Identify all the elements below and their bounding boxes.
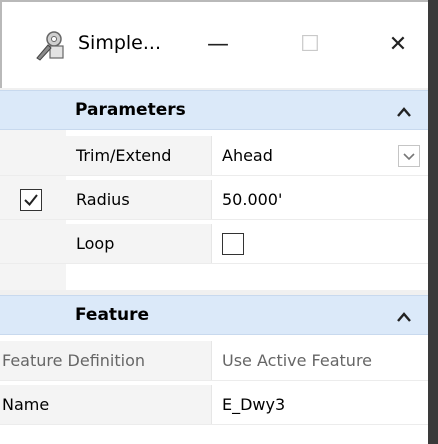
loop-checkbox[interactable] xyxy=(222,233,244,255)
feature-definition-row: Feature Definition Use Active Feature xyxy=(0,341,428,381)
chevron-down-icon[interactable] xyxy=(398,145,420,167)
trim-extend-label: Trim/Extend xyxy=(76,146,172,165)
feature-definition-label: Feature Definition xyxy=(2,351,146,370)
trim-extend-dropdown[interactable]: Ahead xyxy=(222,146,273,165)
parameters-panel: Trim/Extend Ahead Radius 50.000' Loop xyxy=(0,130,428,290)
radius-row: Radius 50.000' xyxy=(0,180,428,220)
maximize-button[interactable]: ☐ xyxy=(290,22,330,66)
name-label: Name xyxy=(2,395,50,414)
tool-settings-icon xyxy=(34,28,68,62)
window-title: Simple... xyxy=(78,32,161,54)
radius-input[interactable]: 50.000' xyxy=(222,190,282,209)
parameters-header-label: Parameters xyxy=(75,100,186,120)
feature-panel: Feature Definition Use Active Feature Na… xyxy=(0,335,428,444)
feature-header-label: Feature xyxy=(75,305,150,325)
radius-label: Radius xyxy=(76,190,130,209)
collapse-chevron-icon[interactable] xyxy=(396,103,412,117)
trim-extend-row: Trim/Extend Ahead xyxy=(0,136,428,176)
collapse-chevron-icon[interactable] xyxy=(396,308,412,322)
feature-section-header[interactable]: Feature xyxy=(0,295,428,335)
minimize-button[interactable]: — xyxy=(198,22,238,66)
loop-row: Loop xyxy=(0,224,428,264)
name-row: Name E_Dwy3 xyxy=(0,385,428,425)
loop-label: Loop xyxy=(76,234,115,253)
radius-lock-checkbox[interactable] xyxy=(20,189,42,211)
title-bar[interactable]: Simple... — ☐ ✕ xyxy=(0,0,428,88)
close-button[interactable]: ✕ xyxy=(378,22,418,66)
tool-settings-window: Simple... — ☐ ✕ Parameters Trim/Extend A… xyxy=(0,0,438,444)
name-input[interactable]: E_Dwy3 xyxy=(222,395,285,414)
parameters-section-header[interactable]: Parameters xyxy=(0,90,428,130)
feature-definition-value[interactable]: Use Active Feature xyxy=(222,351,372,370)
